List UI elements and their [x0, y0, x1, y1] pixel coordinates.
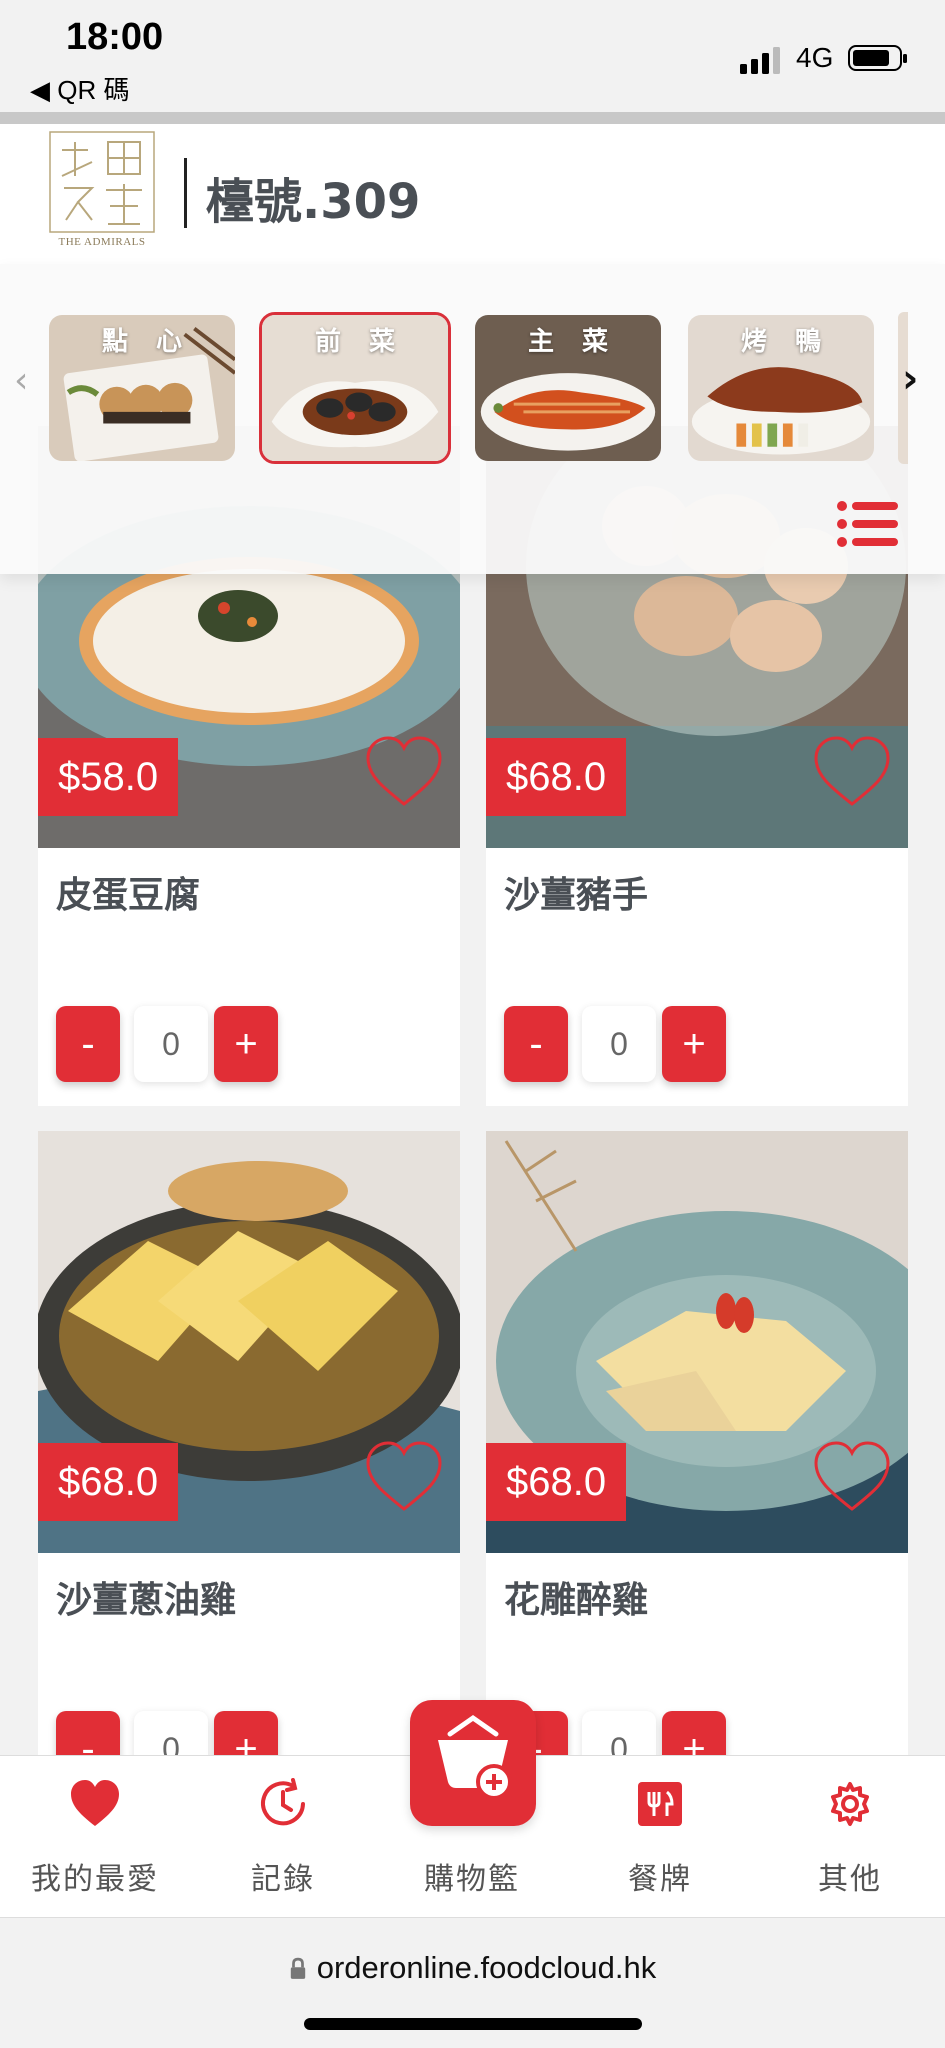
price-badge: $68.0 — [486, 1443, 627, 1521]
logo-text: THE ADMIRALS — [58, 236, 146, 248]
clock-icon — [261, 1778, 305, 1826]
nav-others[interactable]: 其他 — [770, 1756, 930, 1918]
nav-favorites[interactable]: 我的最愛 — [15, 1756, 175, 1918]
decrease-button[interactable]: - — [504, 1006, 568, 1082]
url-text: orderonline.foodcloud.hk — [0, 1950, 945, 1986]
increase-button[interactable]: + — [662, 1006, 726, 1082]
heart-outline-icon[interactable] — [812, 736, 892, 808]
heart-outline-icon[interactable] — [364, 1441, 444, 1513]
decrease-button[interactable]: - — [56, 1006, 120, 1082]
category-bar: ‹ 點心 前菜 主菜 烤鴨 › — [0, 264, 945, 574]
increase-button[interactable]: + — [214, 1006, 278, 1082]
nav-label: 購物籃 — [424, 1862, 520, 1897]
dish-name: 花雕醉雞 — [504, 1580, 649, 1621]
category-appetizers[interactable]: 前菜 — [259, 312, 451, 464]
divider — [0, 112, 945, 124]
table-number: 檯號.309 — [206, 174, 421, 230]
price-badge: $68.0 — [38, 1443, 179, 1521]
dish-name: 沙薑蔥油雞 — [56, 1580, 237, 1621]
back-to-qr-link[interactable]: ◀ QR 碼 — [30, 70, 129, 107]
list-view-icon[interactable] — [836, 500, 898, 548]
category-label: 主菜 — [527, 327, 636, 357]
lock-icon — [290, 1957, 305, 1979]
quantity-value[interactable]: 0 — [134, 1006, 208, 1082]
nav-label: 其他 — [818, 1862, 882, 1897]
nav-menu[interactable]: 餐牌 — [580, 1756, 740, 1918]
status-bar: 18:00 ◀ QR 碼 4G — [0, 0, 945, 112]
quantity-value[interactable]: 0 — [582, 1006, 656, 1082]
chevron-left-icon[interactable]: ‹ — [14, 360, 28, 401]
url-value: orderonline.foodcloud.hk — [316, 1950, 657, 1985]
basket-icon — [438, 1714, 512, 1800]
heart-icon — [71, 1780, 119, 1826]
signal-icon — [740, 47, 780, 74]
nav-label: 記錄 — [251, 1862, 315, 1897]
product-card[interactable]: $68.0 沙薑蔥油雞 - 0 + — [38, 1131, 460, 1787]
category-label: 前菜 — [314, 327, 423, 357]
nav-label: 餐牌 — [628, 1862, 692, 1897]
screen: { "status_bar": { "time": "18:00", "back… — [0, 0, 945, 2048]
product-card[interactable]: $68.0 花雕醉雞 - 0 + — [486, 1131, 908, 1787]
dish-name: 沙薑豬手 — [504, 875, 649, 916]
heart-outline-icon[interactable] — [812, 1441, 892, 1513]
category-mains[interactable]: 主菜 — [472, 312, 664, 464]
header-divider — [184, 158, 187, 228]
battery-icon — [848, 45, 907, 71]
category-roast-duck[interactable]: 烤鴨 — [685, 312, 877, 464]
category-label: 點心 — [101, 327, 210, 357]
category-dim-sum[interactable]: 點心 — [46, 312, 238, 464]
category-label: 烤鴨 — [740, 327, 849, 357]
restaurant-header: THE ADMIRALS 檯號.309 — [0, 124, 945, 264]
nav-label: 我的最愛 — [31, 1862, 159, 1897]
gear-icon — [831, 1782, 869, 1826]
browser-url-bar[interactable]: orderonline.foodcloud.hk — [0, 1917, 945, 2048]
dish-name: 皮蛋豆腐 — [56, 875, 201, 916]
price-badge: $58.0 — [38, 738, 179, 816]
price-badge: $68.0 — [486, 738, 627, 816]
chevron-right-icon[interactable]: › — [902, 356, 918, 402]
nav-history[interactable]: 記錄 — [203, 1756, 363, 1918]
status-time: 18:00 — [66, 16, 164, 58]
heart-outline-icon[interactable] — [364, 736, 444, 808]
network-type: 4G — [796, 42, 834, 73]
cart-button[interactable] — [410, 1700, 536, 1826]
home-indicator[interactable] — [304, 2018, 642, 2030]
menu-icon — [638, 1782, 682, 1826]
